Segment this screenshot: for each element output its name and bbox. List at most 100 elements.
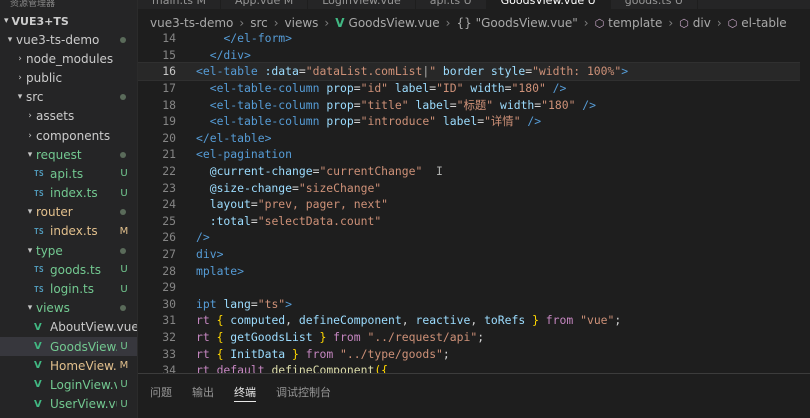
tree-item[interactable]: ▾ src bbox=[0, 88, 137, 107]
code-token: layout bbox=[196, 197, 251, 212]
chevron-down-icon: ▾ bbox=[27, 207, 33, 218]
tree-item[interactable]: V UserView.vueU bbox=[0, 395, 137, 414]
panel-tab[interactable]: 问题 bbox=[150, 374, 172, 410]
code-token: width bbox=[493, 97, 535, 112]
code-token: ; bbox=[442, 346, 450, 361]
code-token: <el-pagination bbox=[196, 147, 293, 162]
code-token: </el-form> bbox=[223, 31, 293, 46]
git-status-badge: U bbox=[120, 187, 128, 199]
code-token: mplate> bbox=[196, 263, 245, 278]
git-status-badge: U bbox=[120, 283, 128, 295]
line-number: 24 bbox=[162, 197, 176, 212]
code-token: :total bbox=[196, 213, 251, 228]
modified-dot-icon bbox=[120, 209, 126, 216]
code-line[interactable]: 32 rt { getGoodsList } from "../request/a… bbox=[138, 329, 810, 346]
code-line[interactable]: 31 rt { computed, defineComponent, reacti… bbox=[138, 312, 810, 329]
breadcrumb-item[interactable]: views bbox=[285, 16, 319, 30]
code-line[interactable]: 28 mplate> bbox=[138, 262, 810, 279]
editor-tab[interactable]: App.vue M bbox=[221, 0, 309, 9]
code-editor[interactable]: 14 </el-form> 15 </div> 16 <el-table :data=… bbox=[138, 30, 810, 373]
editor-scrollbar[interactable] bbox=[800, 30, 810, 373]
project-header[interactable]: ▾ VUE3+TS bbox=[0, 12, 137, 30]
code-token: "标题" bbox=[456, 97, 494, 112]
code-line[interactable]: 33 rt { InitData } from "../type/goods"; bbox=[138, 345, 810, 362]
code-content: rt { computed, defineComponent, reactive… bbox=[176, 313, 621, 327]
tree-item[interactable]: V HomeView....M bbox=[0, 356, 137, 375]
tree-item-label: goods.ts bbox=[50, 262, 101, 277]
breadcrumb-item[interactable]: GoodsView.vue bbox=[349, 16, 440, 30]
tree-item-label: type bbox=[36, 243, 63, 258]
code-line[interactable]: 30 ipt lang="ts"> bbox=[138, 296, 810, 313]
editor-tab[interactable]: api.ts U bbox=[416, 0, 487, 9]
typescript-file-icon: TS bbox=[34, 265, 44, 275]
tree-item-label: src bbox=[26, 90, 44, 105]
panel-tab[interactable]: 输出 bbox=[192, 374, 214, 410]
panel-tab[interactable]: 终端 bbox=[234, 374, 256, 410]
tree-item[interactable]: TS index.ts U bbox=[0, 184, 137, 203]
breadcrumb-item[interactable]: template bbox=[608, 16, 662, 30]
code-token: from bbox=[538, 313, 581, 328]
breadcrumb-item[interactable]: {} "GoodsView.vue" bbox=[456, 16, 577, 30]
tree-item[interactable]: ▾ views bbox=[0, 299, 137, 318]
tree-item[interactable]: › assets bbox=[0, 107, 137, 126]
code-token: "currentChange" bbox=[319, 164, 423, 179]
code-line[interactable]: 18 <el-table-column prop="title" label="… bbox=[138, 96, 810, 113]
editor-tab[interactable]: GoodsView.vue U bbox=[486, 0, 611, 9]
vue-file-icon: V bbox=[34, 341, 42, 353]
code-line[interactable]: 27 div> bbox=[138, 246, 810, 263]
code-line[interactable]: 23 @size-change="sizeChange" bbox=[138, 179, 810, 196]
tree-item[interactable]: V LoginView.vueU bbox=[0, 375, 137, 394]
tree-item-label: assets bbox=[36, 109, 75, 124]
code-line[interactable]: 29 bbox=[138, 279, 810, 296]
editor-tab[interactable]: main.ts M bbox=[138, 0, 222, 9]
tree-item[interactable]: V GoodsView...U bbox=[0, 337, 137, 357]
code-line[interactable]: 17 <el-table-column prop="id" label="ID"… bbox=[138, 80, 810, 97]
code-token: </div> bbox=[209, 47, 251, 62]
code-token: = bbox=[504, 81, 512, 96]
code-line[interactable]: 21 <el-pagination bbox=[138, 146, 810, 163]
tree-item[interactable]: › node_modules bbox=[0, 49, 137, 68]
tree-item[interactable]: ▾ type bbox=[0, 241, 137, 260]
panel-tab[interactable]: 调试控制台 bbox=[276, 374, 331, 410]
code-token: /> bbox=[196, 230, 210, 245]
git-status-badge: U bbox=[120, 398, 128, 410]
tree-item[interactable]: › public bbox=[0, 68, 137, 87]
code-token: } bbox=[525, 313, 539, 328]
breadcrumb-item[interactable]: el-table bbox=[741, 16, 786, 30]
chevron-down-icon: ▾ bbox=[27, 303, 33, 314]
tree-item[interactable]: ▾ router bbox=[0, 203, 137, 222]
breadcrumb-item[interactable]: vue3-ts-demo bbox=[150, 16, 233, 30]
code-token: "详情" bbox=[484, 114, 521, 129]
modified-dot-icon bbox=[120, 94, 126, 101]
code-line[interactable]: 14 </el-form> bbox=[138, 30, 810, 47]
tree-item[interactable]: V AboutView.vue bbox=[0, 318, 137, 337]
code-line[interactable]: 15 </div> bbox=[138, 47, 810, 64]
code-token: <el-table bbox=[196, 64, 265, 79]
code-line[interactable]: 20 </el-table> bbox=[138, 130, 810, 147]
code-line[interactable]: 19 <el-table-column prop="introduce" lab… bbox=[138, 113, 810, 130]
tree-item-label: login.ts bbox=[50, 282, 95, 297]
code-line[interactable]: 22 @current-change="currentChange" I bbox=[138, 163, 810, 180]
typescript-file-icon: TS bbox=[34, 226, 44, 236]
symbol-icon: ⬡ bbox=[594, 16, 605, 30]
code-line[interactable]: 16 <el-table :data="dataList.comList|" bo… bbox=[138, 62, 810, 81]
tree-item[interactable]: TS api.ts U bbox=[0, 164, 137, 183]
tree-item[interactable]: TS login.ts U bbox=[0, 279, 137, 298]
editor-tab[interactable]: LoginView.vue bbox=[308, 0, 416, 9]
tree-item[interactable]: TS goods.ts U bbox=[0, 260, 137, 279]
code-line[interactable]: 34 rt default defineComponent({ bbox=[138, 362, 810, 373]
editor-tab[interactable]: goods.ts U bbox=[611, 0, 698, 9]
code-token: InitData bbox=[230, 346, 286, 361]
code-line[interactable]: 26 /> bbox=[138, 229, 810, 246]
breadcrumb-item[interactable]: div bbox=[693, 16, 711, 30]
code-token: ; bbox=[614, 313, 622, 328]
tree-item[interactable]: ▾ request bbox=[0, 145, 137, 164]
code-line[interactable]: 25 :total="selectData.count" bbox=[138, 213, 810, 230]
code-token: { bbox=[216, 329, 231, 344]
tree-item[interactable]: › components bbox=[0, 126, 137, 145]
git-status-badge: U bbox=[120, 379, 128, 391]
tree-item[interactable]: TS index.ts M bbox=[0, 222, 137, 241]
code-line[interactable]: 24 layout="prev, pager, next" bbox=[138, 196, 810, 213]
tree-item[interactable]: ▾ vue3-ts-demo bbox=[0, 30, 137, 49]
breadcrumb-item[interactable]: src bbox=[250, 16, 268, 30]
